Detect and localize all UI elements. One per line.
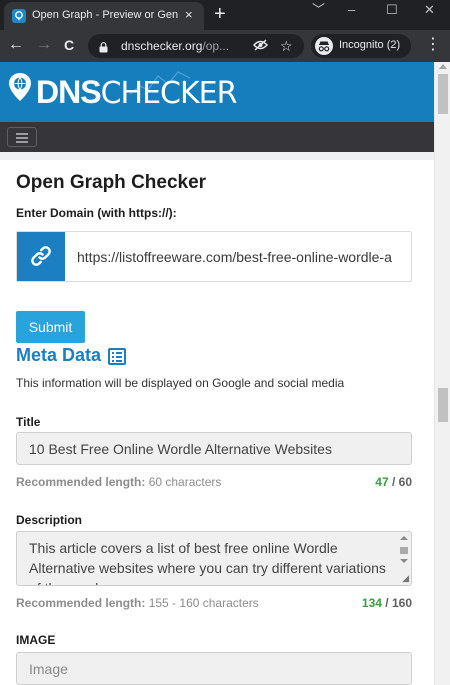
header-divider [0,152,434,160]
url-text[interactable]: dnschecker.org/op... [121,39,229,53]
image-label: IMAGE [16,633,56,647]
site-logo[interactable]: DNSCHECKER [36,74,237,112]
domain-input[interactable] [67,232,407,281]
tab-search-icon[interactable]: ﹀ [312,2,325,18]
new-tab-icon[interactable]: + [214,3,226,25]
reload-icon[interactable]: C [64,35,74,55]
title-label: Title [16,415,41,429]
forward-icon[interactable]: → [36,35,52,55]
browser-toolbar: ← → C dnschecker.org/op... ☆ Incognito (… [0,30,450,62]
description-field[interactable]: This article covers a list of best free … [16,531,412,586]
resize-grip-icon[interactable]: ◢ [402,574,409,583]
eye-off-icon[interactable] [253,37,268,55]
list-icon[interactable] [108,348,126,365]
domain-input-group [16,231,412,282]
description-label: Description [16,513,83,527]
scroll-thumb-top[interactable] [438,74,448,114]
description-recommended-length: Recommended length: 155 - 160 characters… [16,596,412,610]
site-navbar [0,122,434,152]
close-window-icon[interactable]: ✕ [424,2,435,18]
hamburger-menu-icon[interactable] [7,127,37,147]
meta-data-heading: Meta Data [16,345,102,365]
incognito-label: Incognito (2) [339,39,401,51]
back-icon[interactable]: ← [8,35,24,55]
textarea-scroll-thumb[interactable] [400,547,408,554]
link-icon [17,232,65,281]
dnschecker-favicon-icon [12,9,26,23]
submit-button[interactable]: Submit [16,311,85,343]
bookmark-star-icon[interactable]: ☆ [280,37,293,55]
meta-data-description: This information will be displayed on Go… [16,376,345,390]
textarea-scroll-up-icon[interactable] [400,536,408,540]
description-text[interactable]: This article covers a list of best free … [29,538,389,585]
lock-icon[interactable] [99,40,108,58]
maximize-icon[interactable]: ☐ [386,2,398,18]
title-field[interactable] [16,432,412,465]
browser-menu-icon[interactable]: ⋮ [425,35,441,55]
location-globe-icon[interactable] [8,72,32,102]
tab-close-icon[interactable]: × [185,8,193,22]
browser-tab[interactable]: Open Graph - Preview or Gen × [4,2,204,30]
title-char-count: 47 / 60 [375,475,412,489]
page-title: Open Graph Checker [16,172,207,193]
incognito-icon [315,37,333,55]
address-bar[interactable]: dnschecker.org/op... ☆ [88,34,304,58]
incognito-indicator[interactable]: Incognito (2) [311,34,411,58]
scroll-thumb[interactable] [438,388,448,422]
site-header: DNSCHECKER [0,62,434,122]
textarea-scroll-down-icon[interactable] [400,559,408,563]
domain-label: Enter Domain (with https://): [16,206,177,220]
page-scrollbar[interactable] [434,62,450,685]
minimize-icon[interactable]: – [348,2,355,18]
scroll-up-arrow-icon[interactable] [439,64,447,69]
main-content: Open Graph Checker Enter Domain (with ht… [0,160,434,685]
image-field[interactable] [16,652,412,685]
tab-title: Open Graph - Preview or Gen [32,9,179,21]
browser-tab-bar: Open Graph - Preview or Gen × + ﹀ – ☐ ✕ [0,0,450,30]
title-recommended-length: Recommended length: 60 characters 47 / 6… [16,475,412,489]
description-char-count: 134 / 160 [361,596,412,610]
